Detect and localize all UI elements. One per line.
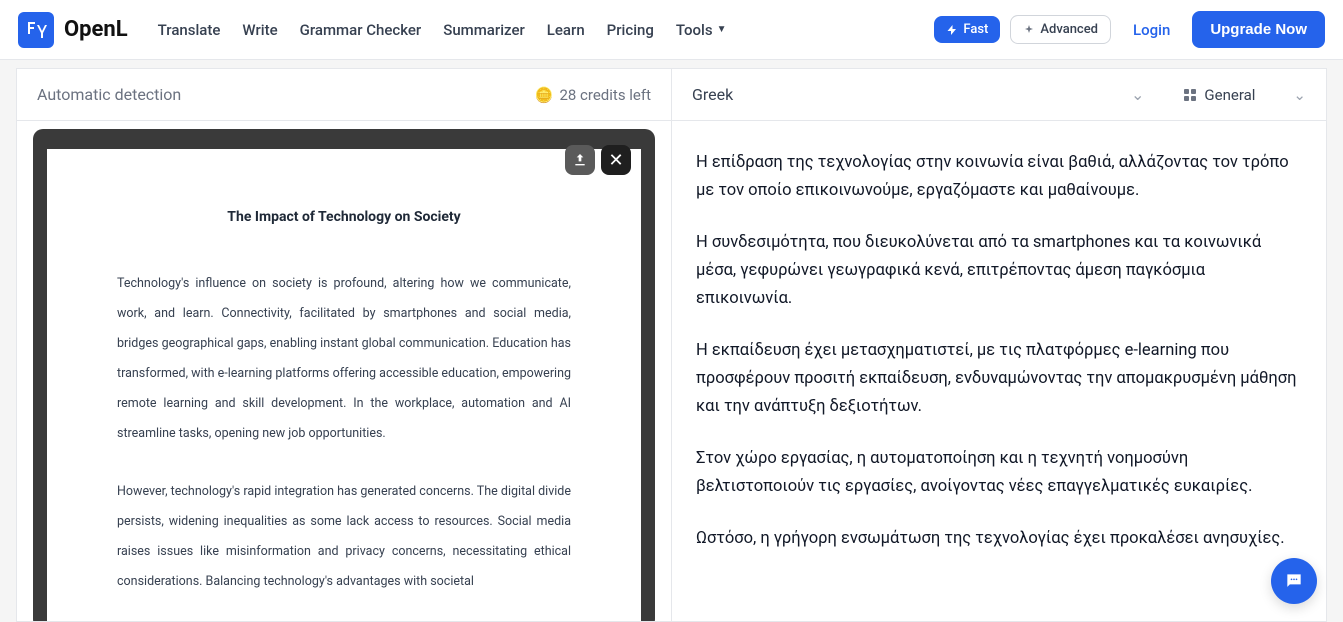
- output-p2: Η συνδεσιμότητα, που διευκολύνεται από τ…: [696, 229, 1302, 313]
- nav-grammar[interactable]: Grammar Checker: [300, 21, 422, 39]
- upgrade-button[interactable]: Upgrade Now: [1192, 11, 1325, 48]
- nav-tools[interactable]: Tools ▼: [676, 21, 727, 39]
- detection-label[interactable]: Automatic detection: [37, 85, 525, 104]
- sparkle-icon: [1023, 24, 1035, 36]
- document-text: Technology's influence on society is pro…: [117, 269, 571, 597]
- logo[interactable]: OpenL: [18, 12, 128, 48]
- lightning-icon: [946, 24, 958, 36]
- output-p1: Η επίδραση της τεχνολογίας στην κοινωνία…: [696, 149, 1302, 205]
- grid-icon: [1184, 89, 1196, 101]
- chevron-down-icon: ⌄: [1131, 85, 1144, 104]
- close-icon: ✕: [608, 150, 623, 171]
- target-panel: Greek ⌄ General ⌄ Η επίδραση της τεχνολο…: [671, 68, 1327, 622]
- document-actions: ✕: [565, 145, 631, 175]
- header: OpenL Translate Write Grammar Checker Su…: [0, 0, 1343, 60]
- document-p1: Technology's influence on society is pro…: [117, 269, 571, 449]
- nav-tools-label: Tools: [676, 21, 713, 39]
- document-title: The Impact of Technology on Society: [117, 209, 571, 225]
- close-button[interactable]: ✕: [601, 145, 631, 175]
- nav-pricing[interactable]: Pricing: [607, 21, 654, 39]
- credits-badge: 🪙 28 credits left: [535, 86, 651, 104]
- target-style-select[interactable]: General ⌄: [1184, 86, 1306, 104]
- document-frame: ✕ The Impact of Technology on Society Te…: [33, 129, 655, 621]
- fast-pill[interactable]: Fast: [934, 16, 1000, 43]
- nav-translate[interactable]: Translate: [158, 21, 221, 39]
- source-panel: Automatic detection 🪙 28 credits left ✕ …: [16, 68, 671, 622]
- nav-learn[interactable]: Learn: [547, 21, 585, 39]
- output-p3: Η εκπαίδευση έχει μετασχηματιστεί, με τι…: [696, 337, 1302, 421]
- login-link[interactable]: Login: [1133, 21, 1170, 39]
- upload-icon: [572, 152, 588, 168]
- advanced-label: Advanced: [1040, 22, 1098, 37]
- nav-write[interactable]: Write: [242, 21, 277, 39]
- main: Automatic detection 🪙 28 credits left ✕ …: [0, 60, 1343, 622]
- advanced-pill[interactable]: Advanced: [1010, 15, 1111, 44]
- coin-icon: 🪙: [535, 86, 554, 104]
- target-panel-head: Greek ⌄ General ⌄: [672, 69, 1326, 121]
- upload-button[interactable]: [565, 145, 595, 175]
- source-body: ✕ The Impact of Technology on Society Te…: [17, 121, 671, 621]
- document-page[interactable]: The Impact of Technology on Society Tech…: [47, 149, 641, 621]
- output-p4: Στον χώρο εργασίας, η αυτοματοποίηση και…: [696, 445, 1302, 501]
- document-p2: However, technology's rapid integration …: [117, 477, 571, 597]
- target-language-select[interactable]: Greek ⌄: [692, 85, 1174, 104]
- target-language-label: Greek: [692, 85, 733, 104]
- chevron-down-icon: ▼: [717, 24, 727, 35]
- chat-icon: [1284, 571, 1304, 591]
- chat-fab[interactable]: [1271, 558, 1317, 604]
- nav-summarizer[interactable]: Summarizer: [443, 21, 525, 39]
- credits-text: 28 credits left: [559, 86, 651, 104]
- chevron-down-icon: ⌄: [1293, 86, 1306, 104]
- nav: Translate Write Grammar Checker Summariz…: [158, 21, 935, 39]
- fast-label: Fast: [963, 22, 988, 37]
- target-style-label: General: [1204, 86, 1255, 104]
- logo-icon: [18, 12, 54, 48]
- source-panel-head: Automatic detection 🪙 28 credits left: [17, 69, 671, 121]
- header-actions: Fast Advanced Login Upgrade Now: [934, 11, 1325, 48]
- output-p5: Ωστόσο, η γρήγορη ενσωμάτωση της τεχνολο…: [696, 525, 1302, 553]
- brand-name: OpenL: [64, 17, 128, 42]
- output-body[interactable]: Η επίδραση της τεχνολογίας στην κοινωνία…: [672, 121, 1326, 621]
